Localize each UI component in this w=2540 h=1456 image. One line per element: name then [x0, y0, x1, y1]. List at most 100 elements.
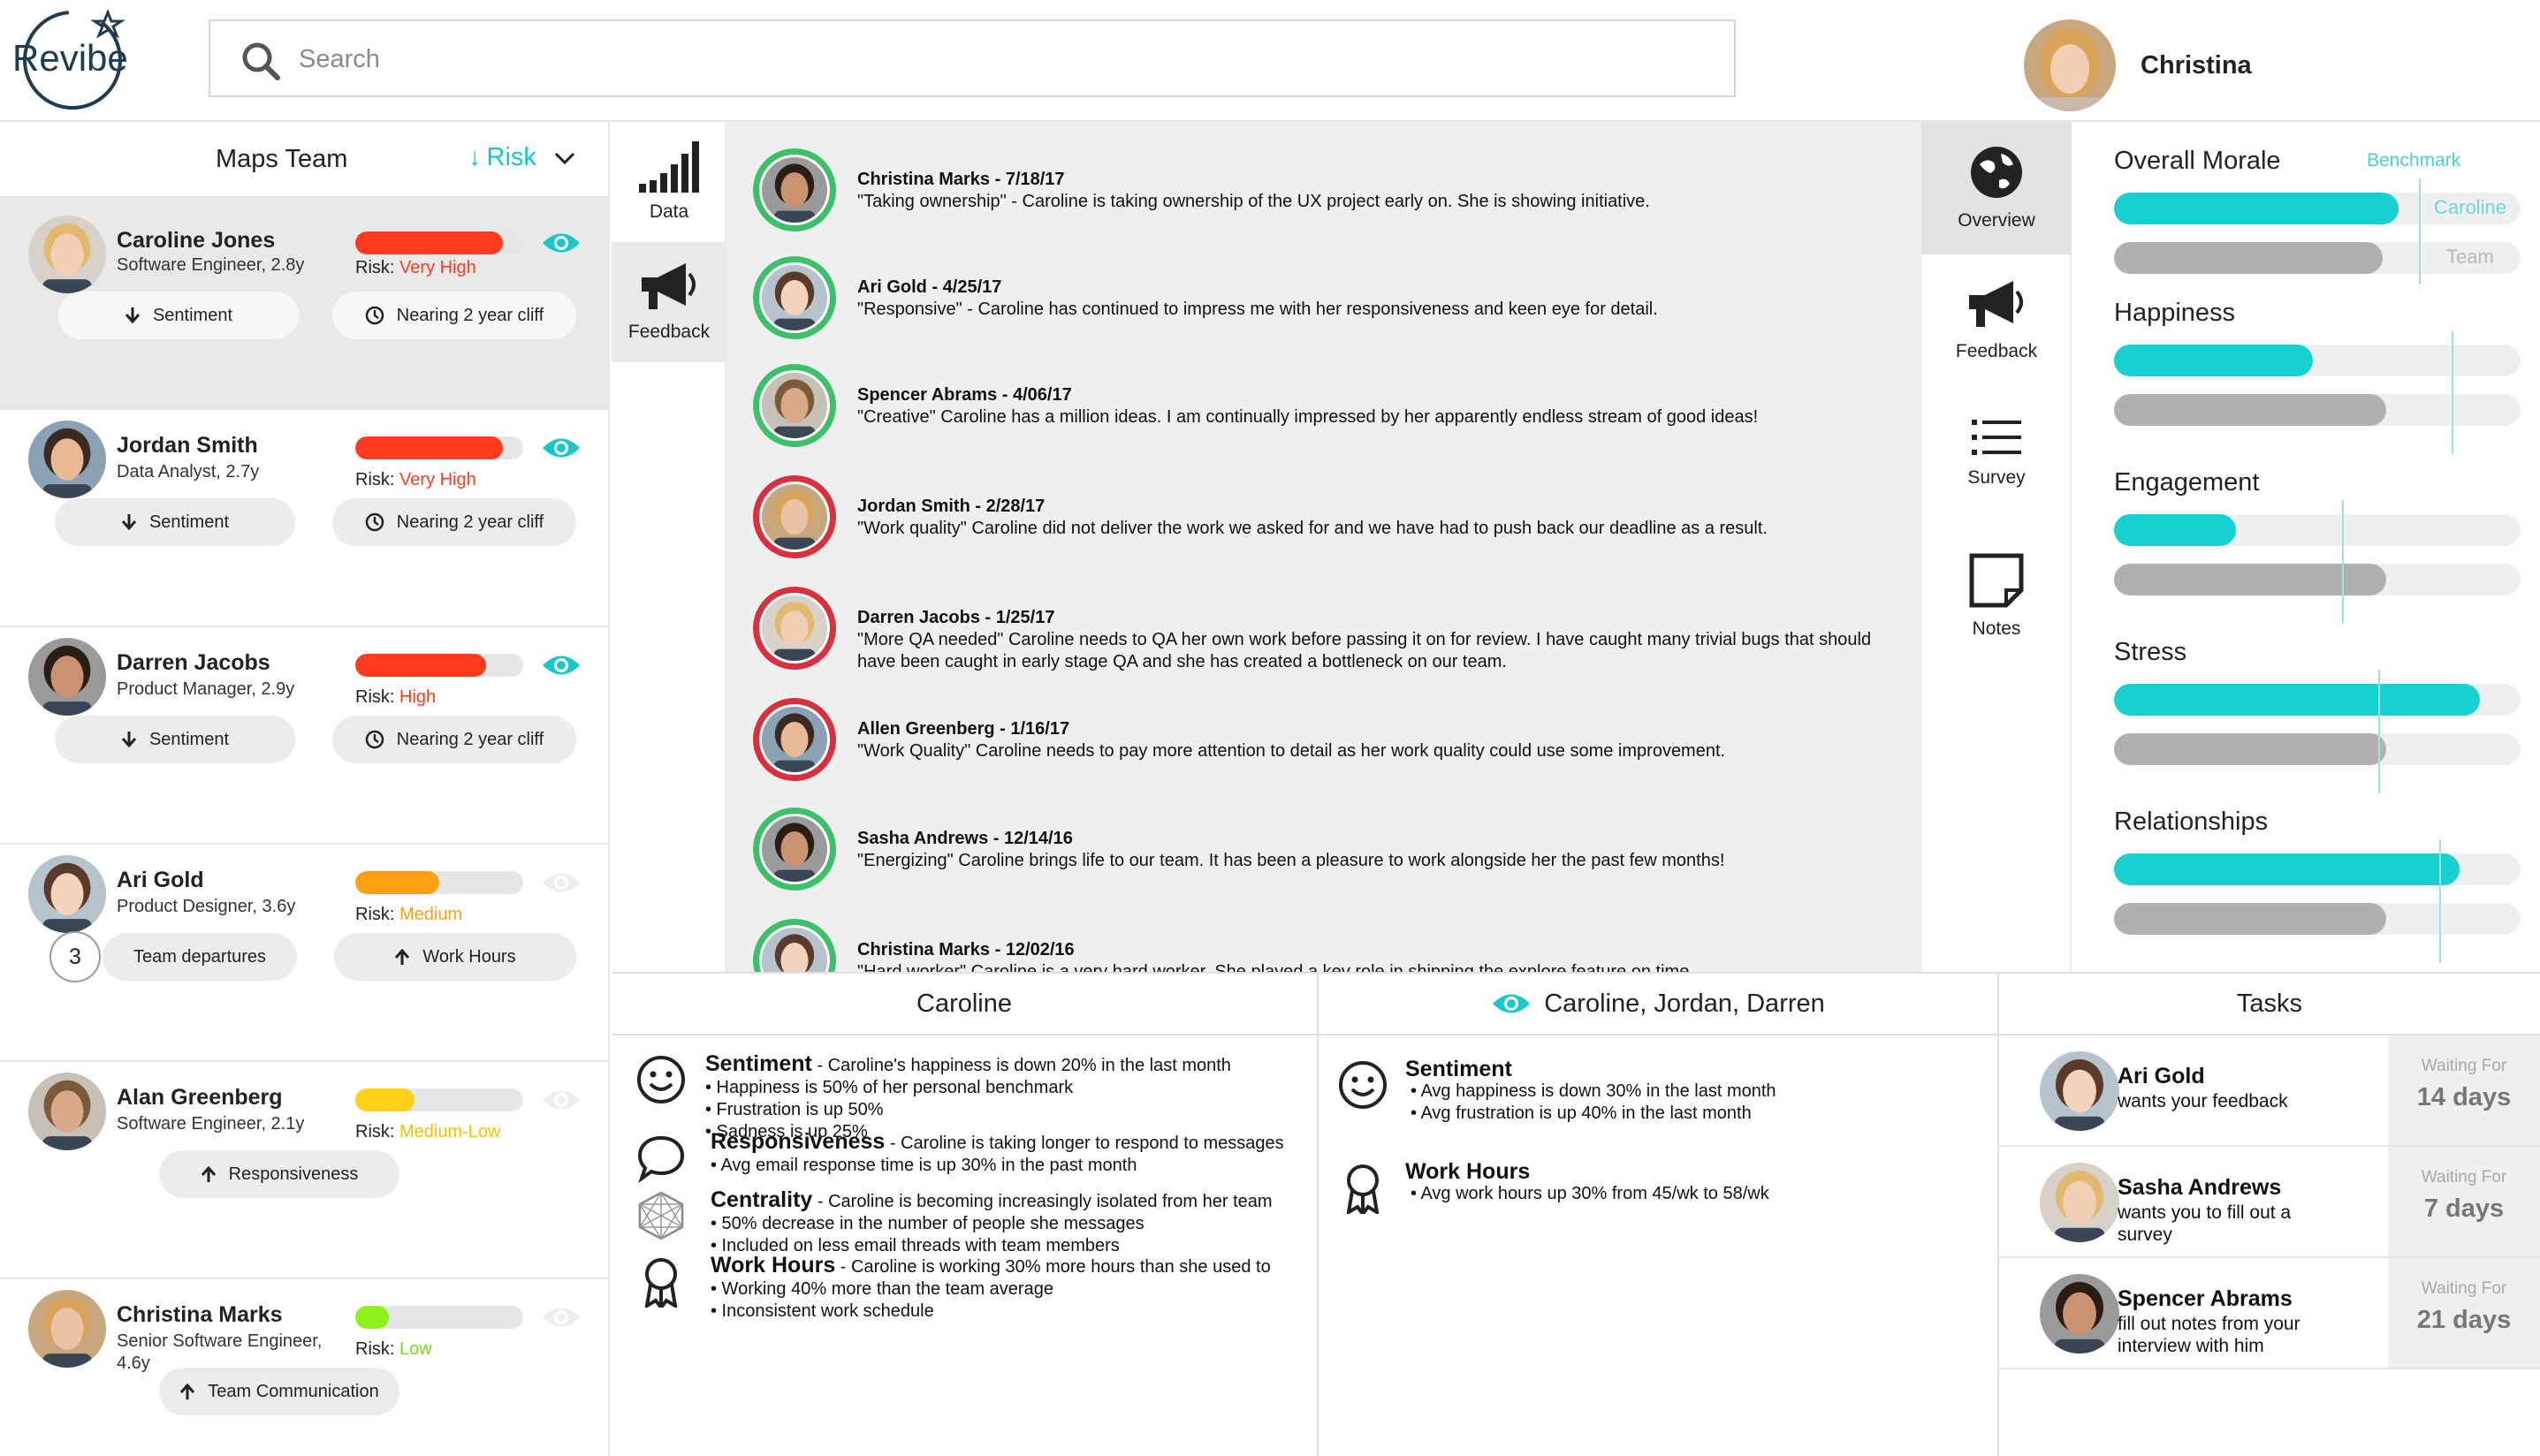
watch-toggle[interactable]	[541, 1087, 582, 1113]
insight-bullet: • Avg work hours up 30% from 45/wk to 58…	[1411, 1184, 1769, 1203]
cliff-chip[interactable]: Nearing 2 year cliff	[332, 716, 576, 763]
nav-survey-label: Survey	[1967, 467, 2026, 488]
nav-survey[interactable]: Survey	[1921, 387, 2072, 519]
employee-name[interactable]: Darren Jacobs	[117, 650, 270, 676]
tab-data[interactable]: Data	[612, 122, 726, 242]
feedback-item[interactable]: Allen Greenberg - 1/16/17 "Work Quality" …	[753, 698, 1902, 795]
feedback-item[interactable]: Christina Marks - 12/02/16 "Hard worker" …	[753, 919, 1902, 972]
task-item[interactable]: Spencer Abrams fill out notes from your i…	[1999, 1258, 2540, 1369]
waiting-label: Waiting For	[2421, 1168, 2507, 1187]
feedback-author-avatar	[753, 698, 836, 781]
insight-text: Responsiveness - Caroline is taking long…	[711, 1131, 1312, 1177]
employee-card[interactable]: Ari Gold Product Designer, 3.6y Risk: Medi…	[0, 845, 608, 1062]
nav-feedback[interactable]: Feedback	[1921, 254, 2072, 387]
arrow-down-icon	[121, 514, 137, 530]
feedback-header: Spencer Abrams - 4/06/17	[857, 385, 1072, 405]
risk-bar	[355, 654, 523, 677]
insight-summary: - Caroline's happiness is down 20% in th…	[811, 1056, 1231, 1075]
task-item[interactable]: Sasha Andrews wants you to fill out a sur…	[1999, 1147, 2540, 1258]
employee-name[interactable]: Caroline Jones	[117, 228, 275, 254]
avatar-photo	[762, 707, 827, 772]
watch-toggle[interactable]	[541, 435, 582, 461]
search-icon	[242, 42, 280, 80]
tab-feedback[interactable]: Feedback	[612, 242, 726, 362]
feedback-feed[interactable]: Christina Marks - 7/18/17 "Taking ownersh…	[726, 122, 1921, 972]
employee-avatar	[28, 855, 106, 933]
feedback-item[interactable]: Spencer Abrams - 4/06/17 "Creative" Carol…	[753, 364, 1902, 461]
signal-chip[interactable]: Responsiveness	[159, 1150, 399, 1198]
sentiment-chip[interactable]: Sentiment	[58, 292, 299, 339]
insight-text: Centrality - Caroline is becoming increa…	[711, 1189, 1312, 1257]
employee-card[interactable]: Alan Greenberg Software Engineer, 2.1y Ris…	[0, 1062, 608, 1279]
chip-label: Nearing 2 year cliff	[396, 305, 544, 325]
team-score-fill	[2114, 903, 2387, 935]
group-insight-sentiment[interactable]: Sentiment • Avg happiness is down 30% in …	[1336, 1058, 1973, 1147]
task-item[interactable]: Ari Gold wants your feedback Waiting For 14…	[1999, 1035, 2540, 1147]
group-insight-work-hours[interactable]: Work Hours • Avg work hours up 30% from 4…	[1336, 1161, 1973, 1249]
feedback-text: "Taking ownership" - Caroline is taking …	[857, 192, 1650, 211]
avatar-photo	[28, 855, 106, 933]
employee-name[interactable]: Jordan Smith	[117, 433, 258, 459]
team-name: Maps Team	[216, 145, 348, 173]
feedback-header: Jordan Smith - 2/28/17	[857, 497, 1046, 516]
risk-bar-fill	[355, 654, 487, 677]
watch-toggle[interactable]	[541, 230, 582, 256]
insight-bullet: • Avg email response time is up 30% in t…	[711, 1156, 1137, 1175]
team-panel-header: Maps Team ↓ Risk	[0, 122, 608, 198]
employee-name[interactable]: Ari Gold	[117, 868, 204, 893]
employee-avatar	[28, 1290, 106, 1368]
feedback-item[interactable]: Jordan Smith - 2/28/17 "Work quality" Car…	[753, 475, 1902, 573]
insights-area: Caroline Caroline, Jordan, Darren Tasks Sen…	[612, 972, 2540, 1456]
signal-chip[interactable]: Team Communication	[159, 1368, 399, 1415]
employee-role: Product Designer, 3.6y	[117, 897, 296, 916]
user-avatar[interactable]	[2024, 19, 2116, 111]
employee-name[interactable]: Alan Greenberg	[117, 1085, 283, 1111]
avatar-photo-frame	[759, 155, 830, 225]
feedback-item[interactable]: Darren Jacobs - 1/25/17 "More QA needed" …	[753, 587, 1902, 684]
search-bar[interactable]	[209, 19, 1736, 97]
award-ribbon-icon	[1346, 1164, 1380, 1219]
employee-card[interactable]: Caroline Jones Software Engineer, 2.8y Ris…	[0, 198, 608, 410]
feedback-item[interactable]: Ari Gold - 4/25/17 "Responsive" - Carolin…	[753, 256, 1902, 353]
user-name[interactable]: Christina	[2141, 51, 2252, 80]
employee-avatar	[28, 421, 106, 498]
insight-work-hours[interactable]: Work Hours - Caroline is working 30% mor…	[635, 1255, 1306, 1352]
watch-toggle[interactable]	[541, 652, 582, 679]
sort-dropdown[interactable]: ↓ Risk	[468, 143, 575, 172]
nav-overview-label: Overview	[1958, 210, 2035, 231]
feedback-header: Allen Greenberg - 1/16/17	[857, 719, 1070, 739]
revibe-logo[interactable]: Revibe	[9, 5, 141, 111]
employee-card[interactable]: Jordan Smith Data Analyst, 2.7y Risk: Very…	[0, 410, 608, 627]
work-hours-chip[interactable]: Work Hours	[334, 933, 576, 981]
chip-label: Nearing 2 year cliff	[396, 729, 544, 749]
feedback-author-avatar	[753, 919, 836, 972]
risk-bar	[355, 231, 523, 254]
employee-card[interactable]: Darren Jacobs Product Manager, 2.9y Risk: …	[0, 627, 608, 845]
employee-name[interactable]: Christina Marks	[117, 1302, 283, 1328]
watch-toggle[interactable]	[541, 869, 582, 896]
employee-card[interactable]: Christina Marks Senior Software Engineer,…	[0, 1279, 608, 1456]
group-panel-header[interactable]: Caroline, Jordan, Darren	[1319, 974, 1997, 1035]
avatar-photo	[28, 216, 106, 293]
departures-chip[interactable]: Team departures	[103, 933, 297, 981]
cliff-chip[interactable]: Nearing 2 year cliff	[332, 498, 576, 546]
cliff-chip[interactable]: Nearing 2 year cliff	[332, 292, 576, 339]
nav-notes[interactable]: Notes	[1921, 530, 2072, 663]
feedback-author-avatar	[753, 475, 836, 558]
nav-overview[interactable]: Overview	[1921, 122, 2072, 254]
feedback-item[interactable]: Sasha Andrews - 12/14/16 "Energizing" Car…	[753, 808, 1902, 905]
insight-title: Centrality	[711, 1187, 813, 1212]
eye-icon	[543, 1090, 580, 1110]
tab-data-label: Data	[649, 201, 689, 222]
sentiment-chip[interactable]: Sentiment	[55, 498, 295, 546]
employee-role: Software Engineer, 2.1y	[117, 1114, 305, 1134]
watch-toggle[interactable]	[541, 1304, 582, 1331]
metric-title: Stress	[2114, 638, 2187, 666]
sentiment-chip[interactable]: Sentiment	[55, 716, 295, 763]
search-input[interactable]	[299, 34, 1713, 85]
chip-label: Sentiment	[148, 512, 230, 532]
insight-title-line: Responsiveness - Caroline is taking long…	[711, 1131, 1312, 1155]
insight-text: Sentiment • Avg happiness is down 30% in …	[1405, 1058, 2006, 1125]
risk-level: Low	[399, 1339, 432, 1359]
feedback-item[interactable]: Christina Marks - 7/18/17 "Taking ownersh…	[753, 148, 1902, 246]
